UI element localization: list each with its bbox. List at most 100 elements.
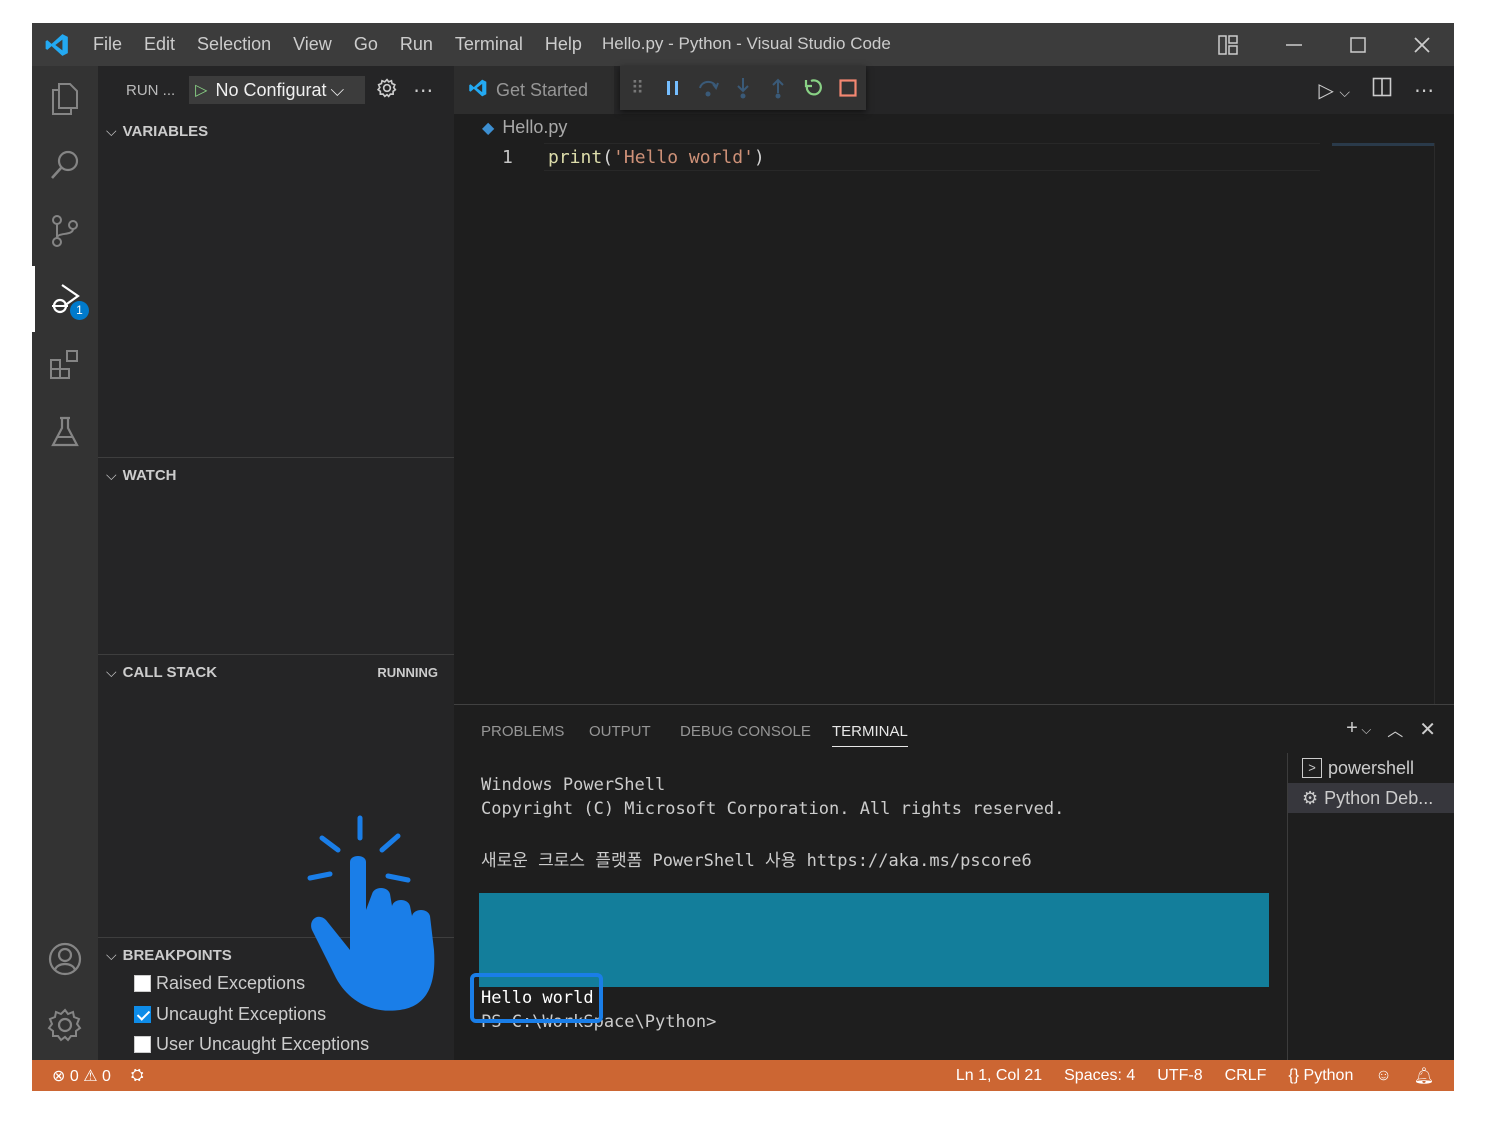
end-of-line[interactable]: CRLF — [1225, 1067, 1267, 1085]
breakpoint-label: User Uncaught Exceptions — [156, 1034, 370, 1054]
terminal-line: 새로운 크로스 플랫폼 PowerShell 사용 https://aka.ms… — [481, 851, 1032, 871]
restart-icon[interactable] — [796, 66, 831, 110]
code-line[interactable]: print('Hello world') — [548, 147, 765, 168]
language-mode[interactable]: {} Python — [1288, 1067, 1353, 1085]
menu-view[interactable]: View — [282, 34, 343, 55]
more-actions-icon[interactable]: ⋯ — [1414, 78, 1434, 103]
highlight-box — [470, 973, 603, 1023]
tab-terminal[interactable]: TERMINAL — [832, 723, 908, 747]
chevron-down-icon: ⌵ — [106, 663, 117, 680]
encoding[interactable]: UTF-8 — [1157, 1067, 1202, 1085]
vscode-window: File Edit Selection View Go Run Terminal… — [32, 23, 1454, 1091]
code-editor[interactable]: 1 print('Hello world') — [454, 143, 1434, 171]
more-actions-icon[interactable]: ⋯ — [413, 78, 433, 103]
editor-actions: ▷ ⌵ ⋯ — [1318, 66, 1434, 114]
tab-problems[interactable]: PROBLEMS — [481, 723, 564, 740]
maximize-panel-icon[interactable]: ︿ — [1387, 717, 1403, 742]
run-debug-icon[interactable]: 1 — [32, 266, 98, 332]
step-into-icon[interactable] — [725, 66, 760, 110]
terminal-item-label: Python Deb... — [1324, 787, 1434, 808]
indentation[interactable]: Spaces: 4 — [1064, 1067, 1135, 1085]
split-editor-icon[interactable] — [1372, 77, 1392, 103]
close-panel-icon[interactable]: ✕ — [1419, 717, 1436, 742]
step-out-icon[interactable] — [761, 66, 796, 110]
tab-debug-console[interactable]: DEBUG CONSOLE — [680, 723, 811, 740]
scrollbar-track[interactable] — [1434, 143, 1454, 704]
debug-settings-gear-icon[interactable] — [377, 77, 397, 103]
stop-icon[interactable] — [831, 66, 866, 110]
terminal-item-label: powershell — [1328, 757, 1415, 778]
debug-status-icon[interactable]: ⛭ — [131, 1067, 144, 1085]
variables-section-header[interactable]: ⌵ VARIABLES — [98, 116, 454, 146]
debug-configuration-select[interactable]: ▷ No Configurat ⌵ — [189, 76, 366, 104]
checkbox[interactable] — [134, 1036, 151, 1053]
minimize-icon[interactable] — [1262, 23, 1326, 66]
status-right: Ln 1, Col 21 Spaces: 4 UTF-8 CRLF {} Pyt… — [956, 1066, 1434, 1086]
language-label: Python — [1303, 1066, 1354, 1084]
breakpoint-user-uncaught-exceptions[interactable]: User Uncaught Exceptions — [134, 1034, 369, 1055]
breadcrumb[interactable]: ◆ Hello.py — [482, 117, 567, 138]
bottom-panel: PROBLEMS OUTPUT DEBUG CONSOLE TERMINAL +… — [454, 704, 1454, 1061]
drag-handle-icon[interactable]: ⠿ — [620, 66, 655, 110]
start-debugging-icon[interactable]: ▷ — [195, 80, 207, 100]
cursor-position[interactable]: Ln 1, Col 21 — [956, 1067, 1042, 1085]
checkbox-checked[interactable] — [134, 1006, 151, 1023]
settings-gear-icon[interactable] — [32, 992, 98, 1058]
breakpoint-raised-exceptions[interactable]: Raised Exceptions — [134, 973, 305, 994]
menu-bar: File Edit Selection View Go Run Terminal… — [82, 34, 593, 55]
line-number: 1 — [502, 147, 513, 168]
testing-icon[interactable] — [32, 399, 98, 465]
breakpoint-label: Raised Exceptions — [156, 973, 306, 993]
call-stack-section-header[interactable]: ⌵ CALL STACK RUNNING — [98, 657, 454, 687]
window-title: Hello.py - Python - Visual Studio Code — [602, 34, 891, 53]
explorer-icon[interactable] — [32, 66, 98, 132]
pause-icon[interactable] — [655, 66, 690, 110]
minimap-slider[interactable] — [1332, 143, 1434, 146]
python-file-icon: ◆ — [482, 119, 495, 137]
terminal-item-python-debug[interactable]: ⚙ Python Deb... — [1288, 783, 1454, 813]
debug-badge: 1 — [70, 301, 89, 320]
call-stack-status: RUNNING — [377, 664, 438, 680]
menu-terminal[interactable]: Terminal — [444, 34, 534, 55]
menu-file[interactable]: File — [82, 34, 133, 55]
watch-section-header[interactable]: ⌵ WATCH — [98, 460, 454, 490]
sidebar-header: RUN ... ▷ No Configurat ⌵ ⋯ — [98, 66, 454, 114]
menu-edit[interactable]: Edit — [133, 34, 186, 55]
menu-go[interactable]: Go — [343, 34, 389, 55]
code-paren: ) — [753, 147, 765, 168]
config-value: No Configurat — [215, 79, 327, 100]
run-file-icon[interactable]: ▷ ⌵ — [1318, 78, 1350, 103]
source-control-icon[interactable] — [32, 198, 98, 264]
extensions-icon[interactable] — [32, 332, 98, 398]
breakpoints-title: BREAKPOINTS — [122, 946, 232, 964]
breadcrumb-file: Hello.py — [502, 117, 568, 137]
close-icon[interactable] — [1390, 23, 1454, 66]
feedback-icon[interactable]: ☺ — [1375, 1067, 1391, 1085]
chevron-down-icon: ⌵ — [330, 79, 345, 100]
title-bar: File Edit Selection View Go Run Terminal… — [32, 23, 1454, 66]
maximize-icon[interactable] — [1326, 23, 1390, 66]
debug-toolbar: ⠿ — [620, 66, 866, 110]
warning-icon: ⚠ — [83, 1067, 98, 1085]
step-over-icon[interactable] — [690, 66, 725, 110]
search-icon[interactable] — [32, 132, 98, 198]
menu-help[interactable]: Help — [534, 34, 593, 55]
notifications-bell-icon[interactable]: 🔔︎ — [1414, 1066, 1434, 1086]
account-icon[interactable] — [32, 926, 98, 992]
checkbox[interactable] — [134, 975, 151, 992]
status-left: ⊗ 0 ⚠ 0 ⛭ — [52, 1066, 144, 1086]
tab-output[interactable]: OUTPUT — [589, 723, 651, 740]
new-terminal-icon[interactable]: + ⌵ — [1346, 717, 1371, 742]
terminal-item-powershell[interactable]: > powershell — [1288, 753, 1454, 783]
breakpoint-uncaught-exceptions[interactable]: Uncaught Exceptions — [134, 1004, 326, 1025]
layout-icon[interactable] — [1196, 23, 1260, 66]
problems-status[interactable]: ⊗ 0 ⚠ 0 — [52, 1066, 111, 1086]
terminal-line: Copyright (C) Microsoft Corporation. All… — [481, 799, 1065, 819]
activity-bar: 1 — [32, 66, 98, 1060]
section-divider — [98, 457, 454, 458]
menu-selection[interactable]: Selection — [186, 34, 282, 55]
variables-title: VARIABLES — [122, 122, 209, 140]
tab-get-started[interactable]: Get Started — [454, 66, 614, 114]
menu-run[interactable]: Run — [389, 34, 444, 55]
pointing-hand-icon — [307, 815, 435, 1011]
